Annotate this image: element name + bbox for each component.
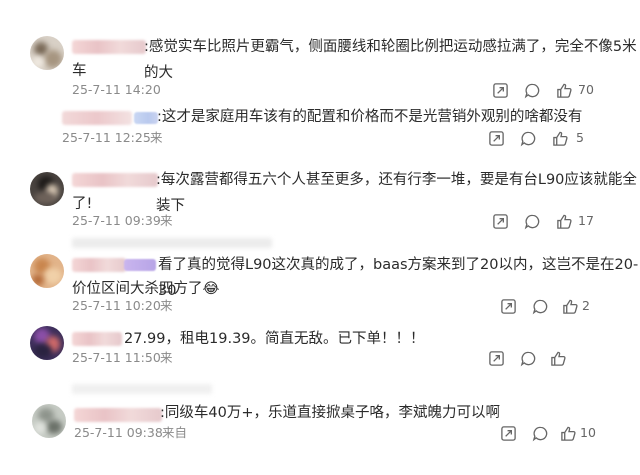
comment-source: 来 [150,130,163,145]
avatar[interactable] [30,36,64,70]
comment-icon[interactable] [518,128,538,148]
share-icon[interactable] [498,423,518,443]
thumbs-up-icon[interactable] [560,296,580,316]
share-icon[interactable] [486,128,506,148]
comment-actions: 17 [490,211,600,231]
comment-text: :感觉实车比照片更霸气，侧面腰线和轮圈比例把运动感拉满了，完全不像5米的大 [144,39,637,81]
reply-item: :这才是家庭用车该有的配置和价格而不是光营销外观别的啥都没有 25-7-11 1… [0,100,640,155]
comment-icon[interactable] [530,296,550,316]
share-icon[interactable] [498,296,518,316]
share-icon[interactable] [490,211,510,231]
like-count: 17 [578,213,594,228]
username[interactable] [74,408,162,422]
thumbs-up-icon[interactable] [554,211,574,231]
comment-source: 来自 [162,425,188,440]
comment-icon[interactable] [522,80,542,100]
comment-time: 25-7-11 09:38 [74,425,163,440]
username[interactable] [72,332,122,346]
user-badge [124,259,156,271]
username[interactable] [72,40,146,54]
comment-icon[interactable] [518,348,538,368]
comment-text: :这才是家庭用车该有的配置和价格而不是光营销外观别的啥都没有 [157,109,583,125]
avatar[interactable] [30,254,64,288]
thumbs-up-icon[interactable] [554,80,574,100]
like-count: 2 [582,298,590,313]
blurred-divider [72,384,212,394]
username[interactable] [72,258,126,272]
share-icon[interactable] [486,348,506,368]
comment-time: 25-7-11 09:39 [72,213,161,228]
comment-item: :感觉实车比照片更霸气，侧面腰线和轮圈比例把运动感拉满了，完全不像5米的大 车 … [0,0,640,100]
comment-item: 看了真的觉得L90这次真的成了，baas方案来到了20以内，这岂不是在20-30… [0,246,640,321]
comment-source: 来 [160,350,173,365]
username[interactable] [62,111,132,125]
comment-item: :同级车40万+，乐道直接掀桌子咯，李斌魄力可以啊 25-7-11 09:38 … [0,396,640,475]
avatar[interactable] [30,172,64,206]
comment-time: 25-7-11 14:20 [72,82,161,97]
user-badge [134,112,158,124]
comment-actions: 70 [490,80,600,100]
thumbs-up-icon[interactable] [550,128,570,148]
comment-time: 25-7-11 12:25 [62,130,151,145]
thumbs-up-icon[interactable] [558,423,578,443]
comment-icon[interactable] [530,423,550,443]
comment-icon[interactable] [522,211,542,231]
comment-actions: 10 [498,423,598,443]
avatar[interactable] [32,404,66,438]
comment-time: 25-7-11 10:20 [72,298,161,313]
comment-time: 25-7-11 11:50 [72,350,161,365]
username[interactable] [72,173,158,187]
comment-actions [486,348,586,368]
comment-source: 来 [160,213,173,228]
comment-actions: 2 [498,296,598,316]
like-count: 5 [576,130,584,145]
comment-item: :每次露营都得五六个人甚至更多，还有行李一堆，要是有台L90应该就能全装下 了!… [0,158,640,238]
like-count: 10 [580,425,596,440]
comment-text: :同级车40万+，乐道直接掀桌子咯，李斌魄力可以啊 [160,405,500,421]
comment-actions: 5 [486,128,596,148]
comment-source: 来 [160,298,173,313]
comment-item: 27.99，租电19.39。简直无敌。已下单！！！ 25-7-11 11:50 … [0,322,640,392]
thumbs-up-icon[interactable] [548,348,568,368]
like-count: 70 [578,82,594,97]
avatar[interactable] [30,326,64,360]
share-icon[interactable] [490,80,510,100]
